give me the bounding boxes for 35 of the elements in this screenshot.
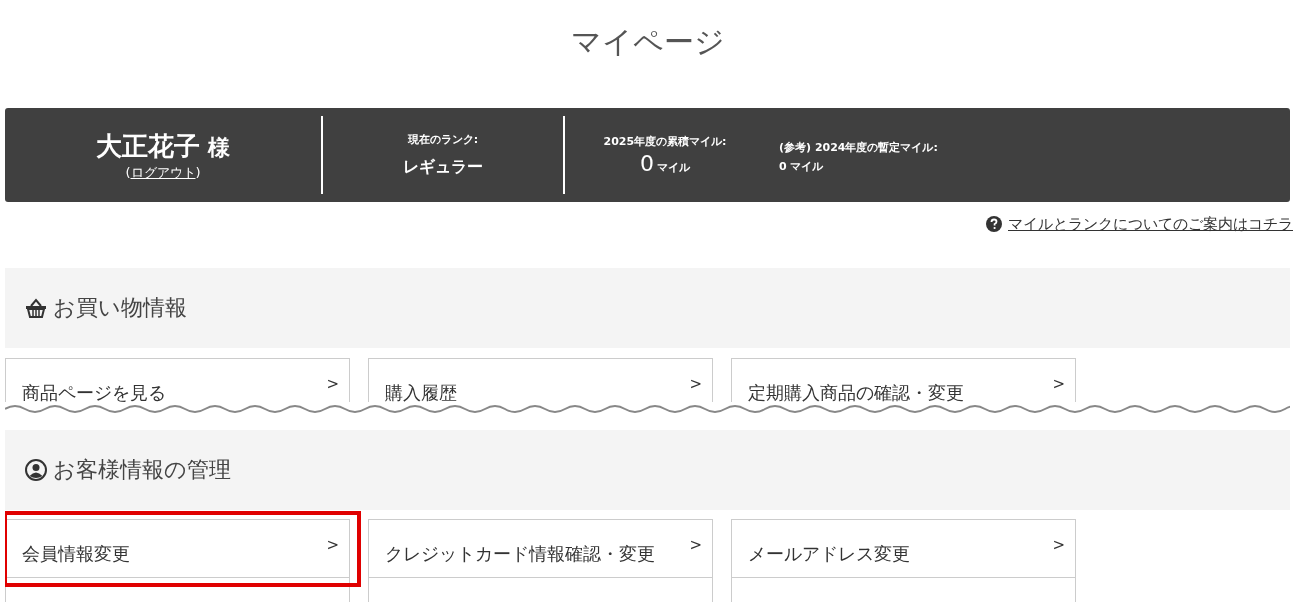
menu-card[interactable]: 購入履歴 >	[368, 358, 713, 402]
chevron: >	[689, 375, 702, 393]
menu-card[interactable]: 定期購入商品の確認・変更 >	[731, 358, 1076, 402]
menu-card-label: 定期購入商品の確認・変更	[748, 381, 964, 402]
reference-miles-label: (参考) 2024年度の暫定マイル:	[779, 140, 938, 155]
honorific: 様	[208, 133, 230, 162]
menu-card-label: クレジットカード情報確認・変更	[385, 542, 655, 566]
menu-card-label: メールアドレス変更	[748, 542, 910, 566]
menu-card[interactable]: メールアドレス変更 >	[731, 519, 1076, 602]
chevron: >	[326, 536, 339, 554]
menu-card-label: 購入履歴	[385, 381, 457, 402]
menu-card[interactable]: 商品ページを見る >	[5, 358, 350, 402]
user-icon	[25, 459, 47, 481]
chevron: >	[326, 375, 339, 393]
miles-label: 2025年度の累積マイル:	[603, 134, 727, 149]
reference-miles-value: 0 マイル	[779, 159, 825, 174]
rank-label: 現在のランク:	[407, 132, 479, 147]
help-icon	[986, 216, 1002, 232]
chevron: >	[1052, 375, 1065, 393]
section-title: お客様情報の管理	[53, 456, 231, 484]
menu-card-label: 商品ページを見る	[22, 381, 166, 402]
menu-card[interactable]: クレジットカード情報確認・変更 >	[368, 519, 713, 602]
menu-card-label: 会員情報変更	[22, 542, 130, 566]
page-title: マイページ	[569, 23, 726, 61]
menu-card[interactable]: 会員情報変更 >	[5, 519, 350, 602]
miles-unit: マイル	[657, 160, 690, 175]
basket-icon	[25, 298, 47, 318]
help-link[interactable]: マイルとランクについてのご案内はコチラ	[1008, 214, 1293, 234]
chevron: >	[1052, 536, 1065, 554]
section-title: お買い物情報	[53, 294, 187, 322]
customer-name: 大正花子	[96, 129, 200, 163]
miles-value: 0	[640, 151, 654, 176]
chevron: >	[689, 536, 702, 554]
rank-value: レギュラー	[403, 157, 483, 178]
logout-link[interactable]: (ログアウト)	[125, 163, 201, 182]
